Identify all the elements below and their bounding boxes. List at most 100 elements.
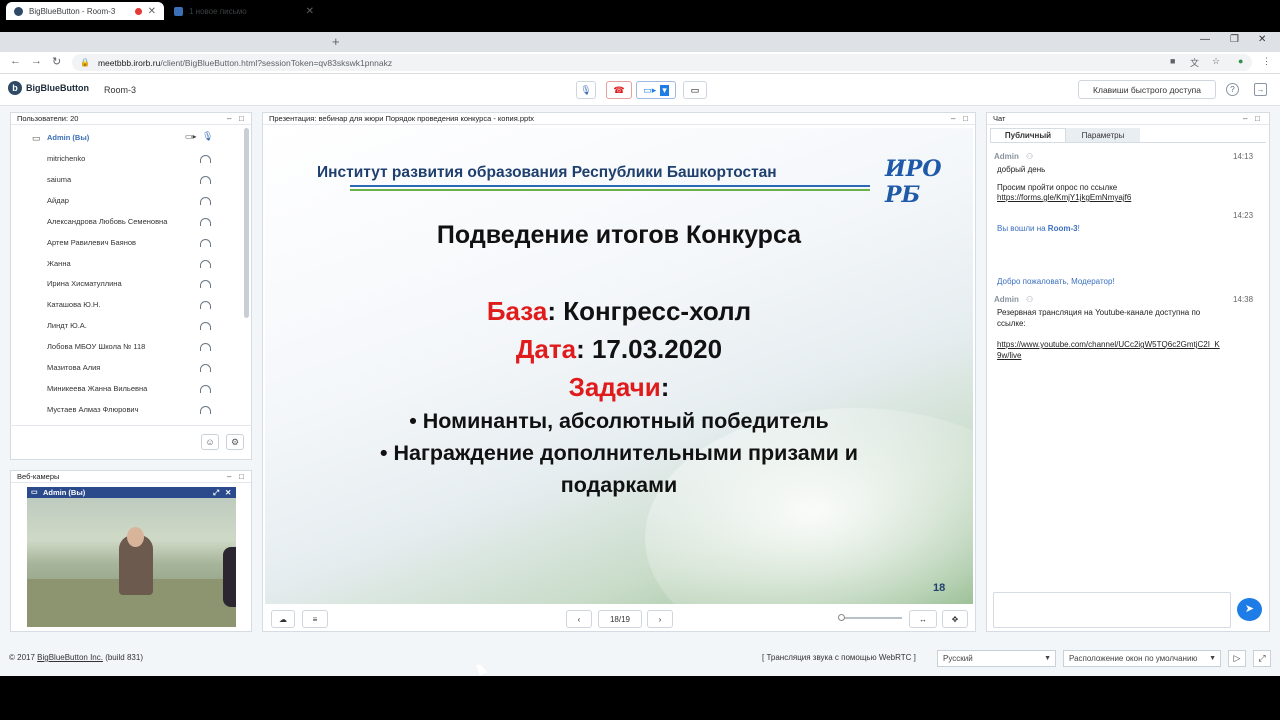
webcam-stream-label: Admin (Вы) <box>43 488 86 497</box>
chat-link[interactable]: https://forms.gle/KmjY1jkgEmNmyajf6 <box>997 193 1131 202</box>
bookmark-star-icon[interactable]: ☆ <box>1212 56 1220 67</box>
maximize-panel-icon[interactable]: □ <box>1255 113 1260 125</box>
zoom-slider-handle[interactable] <box>838 614 845 621</box>
smiley-icon: ☺ <box>205 437 215 447</box>
chat-message-input[interactable] <box>993 592 1231 628</box>
camera-permission-icon[interactable]: ■ <box>1170 56 1175 66</box>
user-icon: ⚇ <box>1026 295 1034 304</box>
close-icon[interactable]: ✕ <box>225 487 231 498</box>
hangup-audio-button[interactable]: ☎ <box>606 81 632 99</box>
settings-button[interactable]: ⚙ <box>226 434 244 450</box>
back-icon[interactable]: ← <box>10 55 21 67</box>
hotkeys-button[interactable]: Клавиши быстрого доступа <box>1078 80 1216 99</box>
user-row[interactable]: Артем Равилевич Баянов <box>47 238 136 247</box>
headphones-icon <box>200 217 211 226</box>
chat-time: 14:13 <box>1233 152 1254 161</box>
tasks-colon: : <box>660 372 670 402</box>
send-icon: ➤ <box>1244 603 1255 615</box>
send-message-button[interactable]: ➤ <box>1237 598 1262 621</box>
profile-icon[interactable]: ● <box>1238 56 1243 66</box>
minimize-panel-icon[interactable]: – <box>1243 113 1247 125</box>
fit-width-icon: ↔ <box>919 614 927 624</box>
fullscreen-button[interactable]: ⤢ <box>1253 650 1271 667</box>
close-window-icon[interactable]: ✕ <box>1258 34 1266 45</box>
tab-chat-options[interactable]: Параметры <box>1066 128 1140 142</box>
webcams-panel-header: Веб-камеры – □ <box>11 471 251 483</box>
translate-icon[interactable]: 文 <box>1190 56 1199 69</box>
minimize-icon[interactable]: — <box>1200 34 1210 45</box>
user-row[interactable]: Каташова Ю.Н. <box>47 300 100 309</box>
user-row[interactable]: Жанна <box>47 259 71 268</box>
copyright-link[interactable]: BigBlueButton Inc. <box>37 653 103 662</box>
layout-select[interactable]: Расположение окон по умолчанию ▼ <box>1063 650 1221 667</box>
logout-icon[interactable]: → <box>1254 83 1267 96</box>
webcam-button[interactable]: ▭▸ ▾ <box>636 81 676 99</box>
reload-icon[interactable]: ↻ <box>52 55 61 68</box>
browser-tab-mail[interactable]: 1 новое письмо ✕ <box>166 2 322 20</box>
tab-title: BigBlueButton - Room-3 <box>29 6 116 16</box>
date-value: : 17.03.2020 <box>576 334 723 364</box>
users-panel-header: Пользователи: 20 – □ <box>11 113 251 125</box>
user-row-me[interactable]: Admin (Вы) <box>47 133 89 142</box>
tasks-label: Задачи <box>568 372 661 402</box>
microphone-button[interactable]: 🎙 <box>576 81 596 99</box>
browser-tab-active[interactable]: BigBlueButton - Room-3 ✕ <box>6 2 164 20</box>
help-icon[interactable]: ? <box>1226 83 1239 96</box>
poll-button[interactable]: ≡ <box>302 610 328 628</box>
restore-icon[interactable]: ❐ <box>1230 34 1239 45</box>
user-row[interactable]: Айдар <box>47 196 69 205</box>
users-scrollbar[interactable] <box>244 128 249 318</box>
language-select[interactable]: Русский ▼ <box>937 650 1056 667</box>
apply-layout-button[interactable]: ▷ <box>1228 650 1246 667</box>
chevron-down-icon[interactable]: ▾ <box>660 84 669 96</box>
maximize-panel-icon[interactable]: □ <box>963 113 968 125</box>
tab-public-chat[interactable]: Публичный <box>990 128 1066 142</box>
webcam-video[interactable]: Admin (Вы) ▭ ⤢ ✕ <box>27 487 236 627</box>
move-icon: ✥ <box>951 614 959 624</box>
user-row[interactable]: Лобова МБОУ Школа № 118 <box>47 342 145 351</box>
presentation-slide[interactable]: Институт развития образования Республики… <box>265 128 973 604</box>
user-row[interactable]: Александрова Любовь Семеновна <box>47 217 167 226</box>
user-row[interactable]: saiuma <box>47 175 71 184</box>
video-face <box>127 527 144 547</box>
chat-link[interactable]: https://www.youtube.com/channel/UCc2igW5… <box>997 340 1220 349</box>
joined-text: Вы вошли на <box>997 224 1048 233</box>
next-slide-button[interactable]: › <box>647 610 673 628</box>
user-row[interactable]: Миникеева Жанна Вильевна <box>47 384 147 393</box>
microphone-icon: 🎙 <box>202 131 214 141</box>
slide-base-line: База: Конгресс-холл <box>265 296 973 327</box>
headphones-icon <box>200 175 211 184</box>
close-tab-icon[interactable]: ✕ <box>306 6 314 17</box>
minimize-panel-icon[interactable]: – <box>227 471 231 483</box>
maximize-panel-icon[interactable]: □ <box>239 113 244 125</box>
close-tab-icon[interactable]: ✕ <box>148 6 156 17</box>
headphones-icon <box>200 384 211 393</box>
user-row[interactable]: Линдт Ю.А. <box>47 321 87 330</box>
prev-slide-button[interactable]: ‹ <box>566 610 592 628</box>
user-row[interactable]: Мустаев Алмаз Флюрович <box>47 405 139 414</box>
forward-icon[interactable]: → <box>31 55 42 67</box>
user-row[interactable]: Мазитова Алия <box>47 363 100 372</box>
user-row[interactable]: mitrichenko <box>47 154 85 163</box>
page-indicator[interactable]: 18/19 <box>598 610 642 628</box>
user-icon: ⚇ <box>1026 152 1034 161</box>
app-logo: b BigBlueButton <box>8 81 89 95</box>
screen-share-button[interactable]: ▭ <box>683 81 707 99</box>
chat-link[interactable]: 9w/live <box>997 351 1021 360</box>
new-tab-icon[interactable]: + <box>332 34 340 49</box>
minimize-panel-icon[interactable]: – <box>227 113 231 125</box>
emoji-status-button[interactable]: ☺ <box>201 434 219 450</box>
pan-button[interactable]: ✥ <box>942 610 968 628</box>
browser-menu-icon[interactable]: ⋮ <box>1262 56 1271 67</box>
upload-cloud-icon: ☁ <box>279 614 287 624</box>
minimize-panel-icon[interactable]: – <box>951 113 955 125</box>
fullscreen-icon[interactable]: ⤢ <box>213 487 219 498</box>
url-input[interactable]: 🔒 meetbbb.irorb.ru/client/BigBlueButton.… <box>72 54 1252 71</box>
maximize-panel-icon[interactable]: □ <box>239 471 244 483</box>
upload-presentation-button[interactable]: ☁ <box>271 610 295 628</box>
fit-width-button[interactable]: ↔ <box>909 610 937 628</box>
headphones-icon <box>200 196 211 205</box>
zoom-slider-track[interactable] <box>840 617 902 619</box>
user-row[interactable]: Ирина Хисматуллина <box>47 279 122 288</box>
layout-value: Расположение окон по умолчанию <box>1069 654 1198 663</box>
